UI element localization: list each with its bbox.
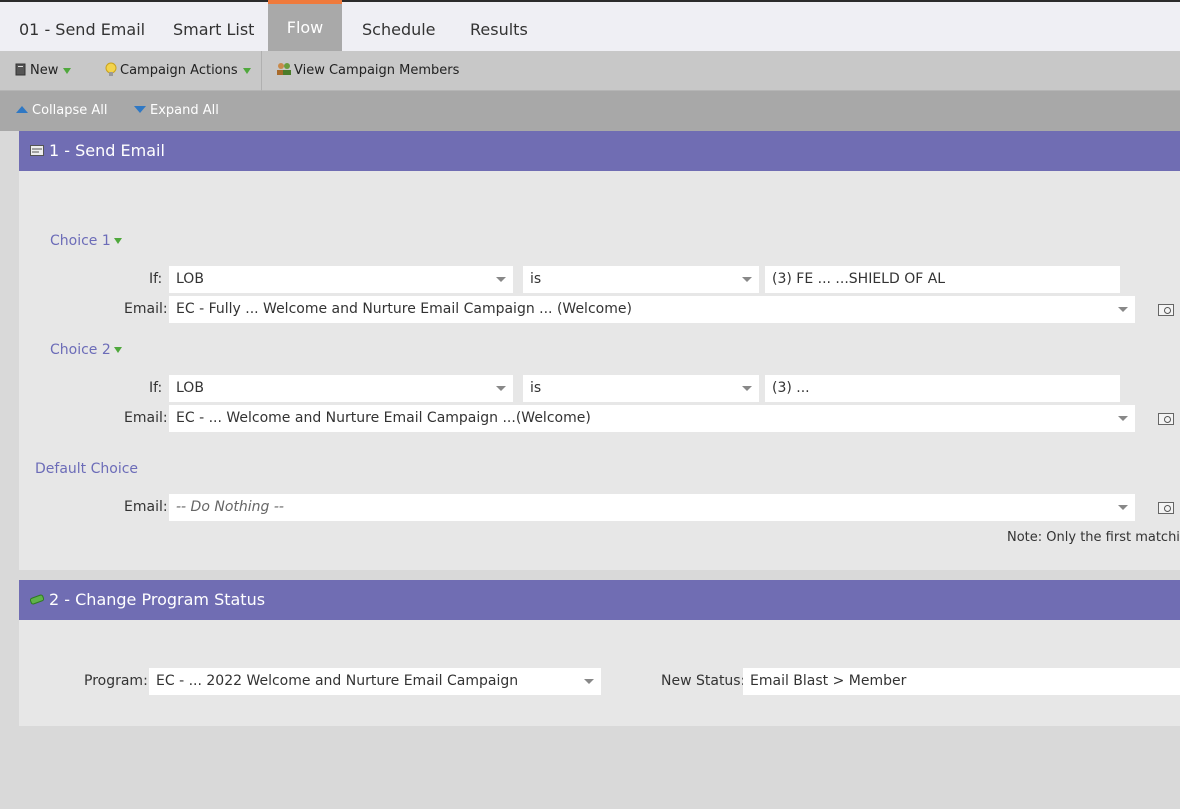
- program-select[interactable]: EC - ... 2022 Welcome and Nurture Email …: [149, 668, 601, 695]
- tab-flow[interactable]: Flow: [268, 0, 342, 53]
- email-icon: [30, 145, 44, 156]
- toolbar: New Campaign Actions View Campaign Membe…: [0, 51, 1180, 91]
- choice-2-value-field[interactable]: (3) ...: [765, 375, 1120, 402]
- chevron-down-icon: [242, 67, 251, 74]
- campaign-actions-button[interactable]: Campaign Actions: [105, 51, 251, 91]
- dropdown-arrow-icon: [584, 679, 594, 684]
- step-2-header[interactable]: 2 - Change Program Status: [19, 580, 1180, 620]
- collapse-icon: [16, 106, 28, 113]
- chevron-down-icon: [113, 238, 122, 244]
- step-2-title: 2 - Change Program Status: [49, 590, 266, 609]
- dropdown-arrow-icon: [1118, 505, 1128, 510]
- dropdown-arrow-icon: [742, 277, 752, 282]
- new-button[interactable]: New: [15, 51, 72, 91]
- step-1-title: 1 - Send Email: [49, 141, 165, 160]
- people-icon: [277, 63, 291, 75]
- expand-all-button[interactable]: Expand All: [134, 91, 219, 131]
- choice-1-operator-select[interactable]: is: [523, 266, 759, 293]
- tab-smart-list[interactable]: Smart List: [173, 2, 254, 51]
- choice-2-label: Choice 2: [50, 342, 111, 358]
- campaign-actions-label: Campaign Actions: [120, 63, 238, 78]
- choice-1-operator-value: is: [530, 271, 542, 287]
- preview-icon[interactable]: [1158, 502, 1174, 514]
- step-1-header[interactable]: 1 - Send Email: [19, 131, 1180, 171]
- view-members-label: View Campaign Members: [294, 63, 460, 78]
- note-text: Note: Only the first matching: [1007, 530, 1180, 545]
- program-label: Program:: [84, 673, 148, 689]
- flow-subbar: Collapse All Expand All: [0, 91, 1180, 131]
- dropdown-arrow-icon: [1118, 416, 1128, 421]
- choice-2-operator-select[interactable]: is: [523, 375, 759, 402]
- dropdown-arrow-icon: [742, 386, 752, 391]
- choice-2-operator-value: is: [530, 380, 542, 396]
- step-1-body: Choice 1 If: LOB is (3) FE ... ...SHIELD…: [19, 171, 1180, 570]
- tab-send-email[interactable]: 01 - Send Email: [19, 2, 145, 51]
- default-email-value: -- Do Nothing --: [176, 499, 284, 515]
- preview-icon[interactable]: [1158, 413, 1174, 425]
- new-doc-icon: [15, 63, 26, 76]
- choice-1-value-field[interactable]: (3) FE ... ...SHIELD OF AL: [765, 266, 1120, 293]
- default-email-select[interactable]: -- Do Nothing --: [169, 494, 1135, 521]
- email-label: Email:: [124, 499, 168, 515]
- choice-1-field-select[interactable]: LOB: [169, 266, 513, 293]
- status-change-icon: [30, 594, 44, 605]
- choice-2-field-value: LOB: [176, 380, 204, 396]
- preview-icon[interactable]: [1158, 304, 1174, 316]
- toolbar-divider: [261, 51, 262, 91]
- choice-1-toggle[interactable]: Choice 1: [50, 233, 122, 249]
- choice-1-email-select[interactable]: EC - Fully ... Welcome and Nurture Email…: [169, 296, 1135, 323]
- dropdown-arrow-icon: [1118, 307, 1128, 312]
- tab-bar: 01 - Send Email Smart List Flow Schedule…: [0, 0, 1180, 53]
- if-label: If:: [149, 380, 163, 396]
- step-2-body: Program: EC - ... 2022 Welcome and Nurtu…: [19, 620, 1180, 726]
- expand-icon: [134, 106, 146, 113]
- lightbulb-icon: [105, 62, 117, 76]
- new-status-select[interactable]: Email Blast > Member: [743, 668, 1180, 695]
- choice-2-field-select[interactable]: LOB: [169, 375, 513, 402]
- chevron-down-icon: [63, 67, 72, 74]
- choice-1-label: Choice 1: [50, 233, 111, 249]
- view-campaign-members-button[interactable]: View Campaign Members: [276, 51, 459, 91]
- choice-1-email-value: EC - Fully ... Welcome and Nurture Email…: [176, 301, 632, 317]
- collapse-all-button[interactable]: Collapse All: [16, 91, 108, 131]
- collapse-label: Collapse All: [32, 103, 108, 118]
- default-choice-label: Default Choice: [35, 461, 139, 477]
- choice-2-toggle[interactable]: Choice 2: [50, 342, 122, 358]
- dropdown-arrow-icon: [496, 386, 506, 391]
- expand-label: Expand All: [150, 103, 219, 118]
- email-label: Email:: [124, 410, 168, 426]
- new-label: New: [30, 63, 59, 78]
- dropdown-arrow-icon: [496, 277, 506, 282]
- tab-schedule[interactable]: Schedule: [362, 2, 436, 51]
- choice-1-field-value: LOB: [176, 271, 204, 287]
- email-label: Email:: [124, 301, 168, 317]
- choice-2-email-select[interactable]: EC - ... Welcome and Nurture Email Campa…: [169, 405, 1135, 432]
- if-label: If:: [149, 271, 163, 287]
- tab-results[interactable]: Results: [470, 2, 528, 51]
- chevron-down-icon: [113, 347, 122, 353]
- program-value: EC - ... 2022 Welcome and Nurture Email …: [156, 673, 519, 689]
- choice-2-email-value: EC - ... Welcome and Nurture Email Campa…: [176, 410, 591, 426]
- new-status-label: New Status:: [661, 673, 746, 689]
